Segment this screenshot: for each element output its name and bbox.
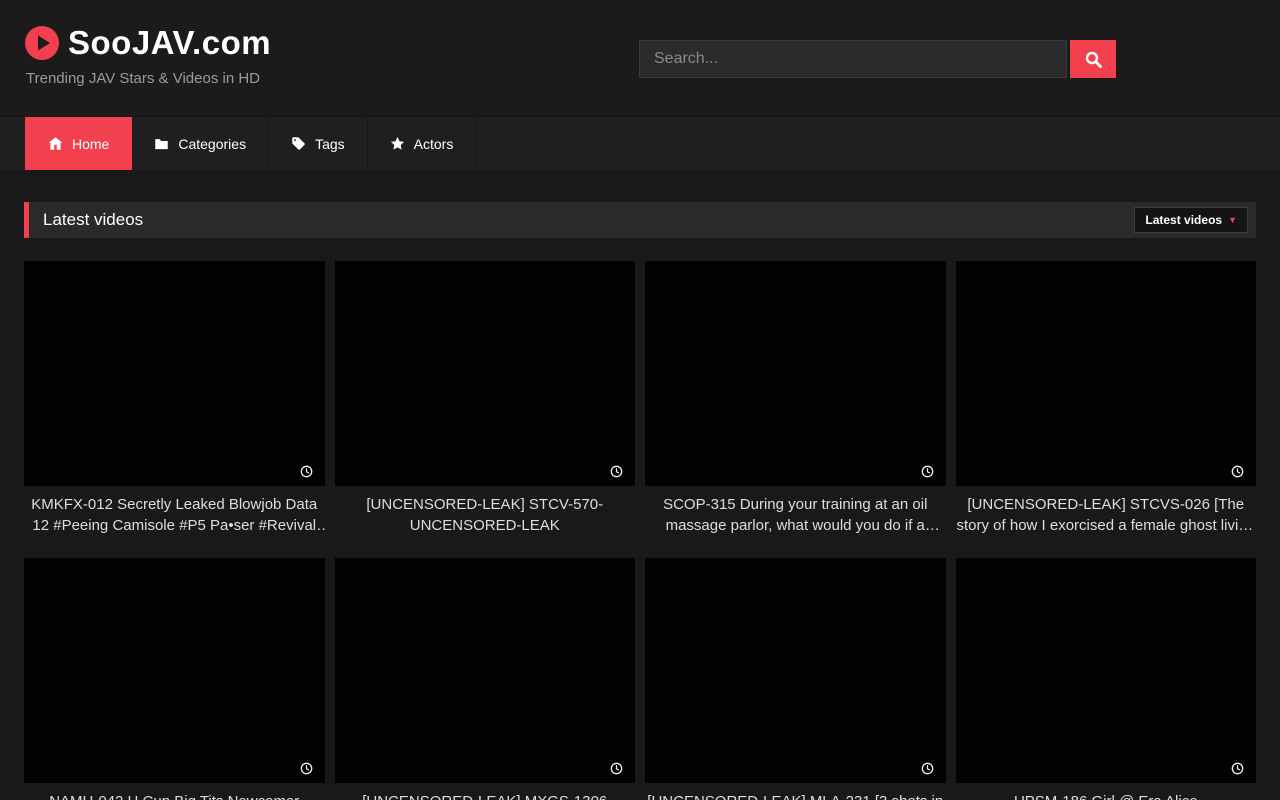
nav-item-label: Actors bbox=[414, 136, 454, 152]
nav-item-label: Tags bbox=[315, 136, 345, 152]
video-thumbnail[interactable] bbox=[24, 558, 325, 783]
video-thumbnail[interactable] bbox=[335, 558, 636, 783]
video-card[interactable]: NAMH-042 H Cup Big Tits Newcomer (170cm … bbox=[24, 558, 325, 800]
video-grid: KMKFX-012 Secretly Leaked Blowjob Data 1… bbox=[24, 261, 1256, 800]
video-card[interactable]: [UNCENSORED-LEAK] MXGS-1306 Absolutely bbox=[335, 558, 636, 800]
clock-icon bbox=[610, 465, 623, 478]
video-card[interactable]: [UNCENSORED-LEAK] STCVS-026 [The story o… bbox=[956, 261, 1257, 536]
clock-icon bbox=[921, 762, 934, 775]
nav-item-actors[interactable]: Actors bbox=[368, 117, 477, 170]
main-nav: Home Categories Tags Actors bbox=[0, 116, 1280, 170]
video-title[interactable]: NAMH-042 H Cup Big Tits Newcomer (170cm … bbox=[24, 791, 325, 800]
play-circle-icon bbox=[24, 25, 60, 61]
video-thumbnail[interactable] bbox=[645, 261, 946, 486]
search-input[interactable] bbox=[639, 40, 1067, 78]
folder-icon bbox=[154, 136, 169, 151]
nav-item-home[interactable]: Home bbox=[25, 117, 132, 170]
search-button[interactable] bbox=[1070, 40, 1116, 78]
video-card[interactable]: SCOP-315 During your training at an oil … bbox=[645, 261, 946, 536]
video-card[interactable]: [UNCENSORED-LEAK] MLA-231 [3 shots in bbox=[645, 558, 946, 800]
site-tagline: Trending JAV Stars & Videos in HD bbox=[26, 70, 271, 87]
star-icon bbox=[390, 136, 405, 151]
nav-item-tags[interactable]: Tags bbox=[269, 117, 368, 170]
video-title[interactable]: [UNCENSORED-LEAK] MXGS-1306 Absolutely bbox=[335, 791, 636, 800]
video-title[interactable]: UPSM-186 Girl @ Era Alice bbox=[956, 791, 1257, 800]
home-icon bbox=[48, 136, 63, 151]
section-title: Latest videos bbox=[29, 210, 143, 230]
nav-item-categories[interactable]: Categories bbox=[132, 117, 269, 170]
video-thumbnail[interactable] bbox=[24, 261, 325, 486]
section-header: Latest videos Latest videos ▼ bbox=[24, 202, 1256, 238]
video-card[interactable]: UPSM-186 Girl @ Era Alice bbox=[956, 558, 1257, 800]
clock-icon bbox=[300, 465, 313, 478]
clock-icon bbox=[1231, 465, 1244, 478]
search-bar bbox=[639, 40, 1116, 78]
video-card[interactable]: KMKFX-012 Secretly Leaked Blowjob Data 1… bbox=[24, 261, 325, 536]
video-thumbnail[interactable] bbox=[956, 558, 1257, 783]
site-title: SooJAV.com bbox=[68, 24, 271, 62]
video-thumbnail[interactable] bbox=[645, 558, 946, 783]
tag-icon bbox=[291, 136, 306, 151]
video-title[interactable]: [UNCENSORED-LEAK] STCV-570-UNCENSORED-LE… bbox=[335, 494, 636, 536]
video-title[interactable]: [UNCENSORED-LEAK] MLA-231 [3 shots in bbox=[645, 791, 946, 800]
main-content: Latest videos Latest videos ▼ KMKFX-012 … bbox=[24, 202, 1256, 800]
video-card[interactable]: [UNCENSORED-LEAK] STCV-570-UNCENSORED-LE… bbox=[335, 261, 636, 536]
clock-icon bbox=[1231, 762, 1244, 775]
clock-icon bbox=[610, 762, 623, 775]
caret-down-icon: ▼ bbox=[1228, 216, 1237, 225]
sort-dropdown-label: Latest videos bbox=[1145, 213, 1222, 227]
nav-item-label: Home bbox=[72, 136, 109, 152]
video-title[interactable]: [UNCENSORED-LEAK] STCVS-026 [The story o… bbox=[956, 494, 1257, 536]
video-title[interactable]: SCOP-315 During your training at an oil … bbox=[645, 494, 946, 536]
logo[interactable]: SooJAV.com Trending JAV Stars & Videos i… bbox=[24, 24, 271, 87]
site-header: SooJAV.com Trending JAV Stars & Videos i… bbox=[0, 0, 1280, 116]
video-thumbnail[interactable] bbox=[335, 261, 636, 486]
nav-item-label: Categories bbox=[178, 136, 246, 152]
clock-icon bbox=[300, 762, 313, 775]
sort-dropdown-button[interactable]: Latest videos ▼ bbox=[1134, 207, 1248, 233]
video-thumbnail[interactable] bbox=[956, 261, 1257, 486]
clock-icon bbox=[921, 465, 934, 478]
search-icon bbox=[1085, 51, 1102, 68]
video-title[interactable]: KMKFX-012 Secretly Leaked Blowjob Data 1… bbox=[24, 494, 325, 536]
